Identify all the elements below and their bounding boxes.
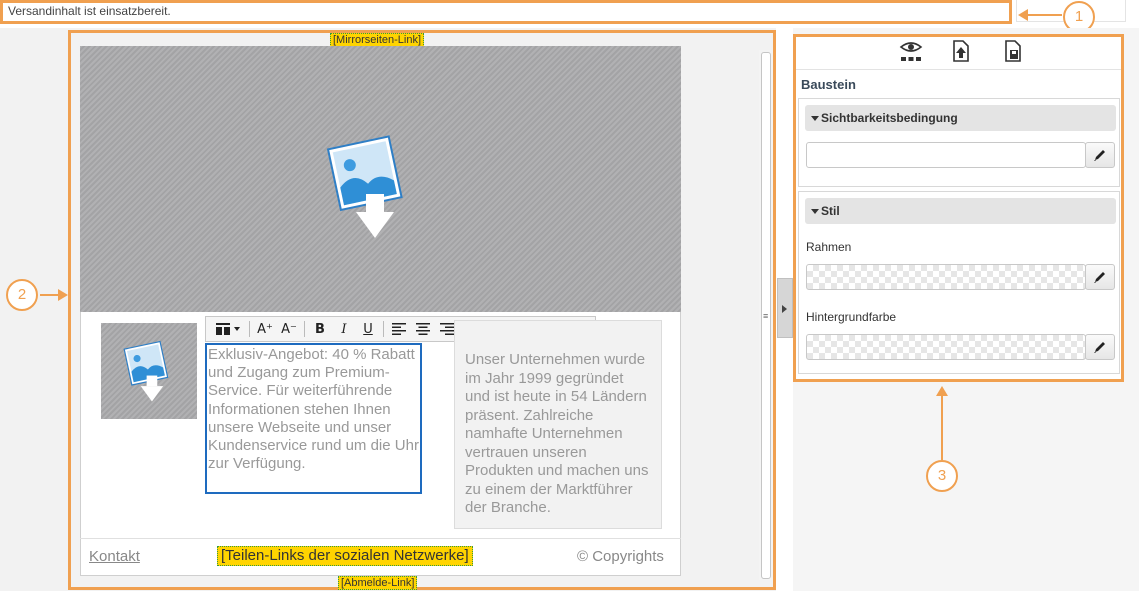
align-center-button[interactable] <box>411 318 435 340</box>
selected-text-block[interactable]: Exklusiv-Angebot: 40 % Rabatt und Zugang… <box>205 343 422 494</box>
underline-button[interactable]: U <box>356 318 380 340</box>
align-left-button[interactable] <box>387 318 411 340</box>
insert-block-icon <box>216 323 240 335</box>
social-links-tag[interactable]: [Teilen-Links der sozialen Netzwerke] <box>217 546 473 566</box>
callout-2-arrowhead <box>58 289 68 301</box>
style-section-header[interactable]: Stil <box>805 198 1116 224</box>
align-left-icon <box>392 323 406 335</box>
contact-link[interactable]: Kontakt <box>89 548 140 565</box>
callout-2-arrow <box>40 294 60 296</box>
edit-border-button[interactable] <box>1085 264 1115 290</box>
status-message: Versandinhalt ist einsatzbereit. <box>8 4 171 18</box>
pencil-icon <box>1094 272 1105 283</box>
align-right-icon <box>440 323 454 335</box>
callout-3-arrow <box>941 394 943 460</box>
copyright-text: © Copyrights <box>577 548 664 565</box>
callout-2-badge: 2 <box>6 279 38 311</box>
panel-title: Baustein <box>801 77 856 92</box>
border-field[interactable] <box>806 264 1086 290</box>
visibility-condition-input[interactable] <box>806 142 1086 168</box>
visibility-section-header[interactable]: Sichtbarkeitsbedingung <box>805 105 1116 131</box>
pencil-icon <box>1094 342 1105 353</box>
unsubscribe-link-tag[interactable]: [Abmelde-Link] <box>338 576 418 590</box>
insert-block-button[interactable] <box>210 318 246 340</box>
export-document-icon[interactable] <box>952 40 970 62</box>
callout-1-arrow <box>1028 14 1062 16</box>
image-upload-icon <box>326 135 403 238</box>
collapse-panel-button[interactable] <box>777 278 793 338</box>
mirror-link-tag[interactable]: [Mirrorseiten-Link] <box>330 33 425 47</box>
toolbar-separator <box>304 321 305 337</box>
bold-button[interactable]: B <box>308 318 332 340</box>
toolbar-separator <box>383 321 384 337</box>
callout-3-badge: 3 <box>926 460 958 492</box>
background-color-label: Hintergrundfarbe <box>806 310 897 324</box>
background-color-field[interactable] <box>806 334 1086 360</box>
pencil-icon <box>1094 150 1105 161</box>
company-text-block[interactable]: Unser Unternehmen wurde im Jahr 1999 geg… <box>454 320 662 529</box>
font-size-increase-button[interactable]: A⁺ <box>253 318 277 340</box>
status-bar: Versandinhalt ist einsatzbereit. <box>0 0 1012 24</box>
chevron-right-icon <box>782 305 787 313</box>
edit-background-button[interactable] <box>1085 334 1115 360</box>
eye-icon[interactable] <box>899 40 923 62</box>
edit-visibility-button[interactable] <box>1085 142 1115 168</box>
callout-1-arrowhead <box>1018 9 1028 21</box>
font-size-decrease-button[interactable]: A⁻ <box>277 318 301 340</box>
save-document-icon[interactable] <box>1004 40 1022 62</box>
scroll-grip-icon: ≡ <box>763 311 769 321</box>
thumbnail-upload-icon <box>123 340 169 402</box>
border-label: Rahmen <box>806 240 852 254</box>
footer-divider <box>80 538 681 539</box>
toolbar-separator <box>249 321 250 337</box>
italic-button[interactable]: I <box>332 318 356 340</box>
align-center-icon <box>416 323 430 335</box>
